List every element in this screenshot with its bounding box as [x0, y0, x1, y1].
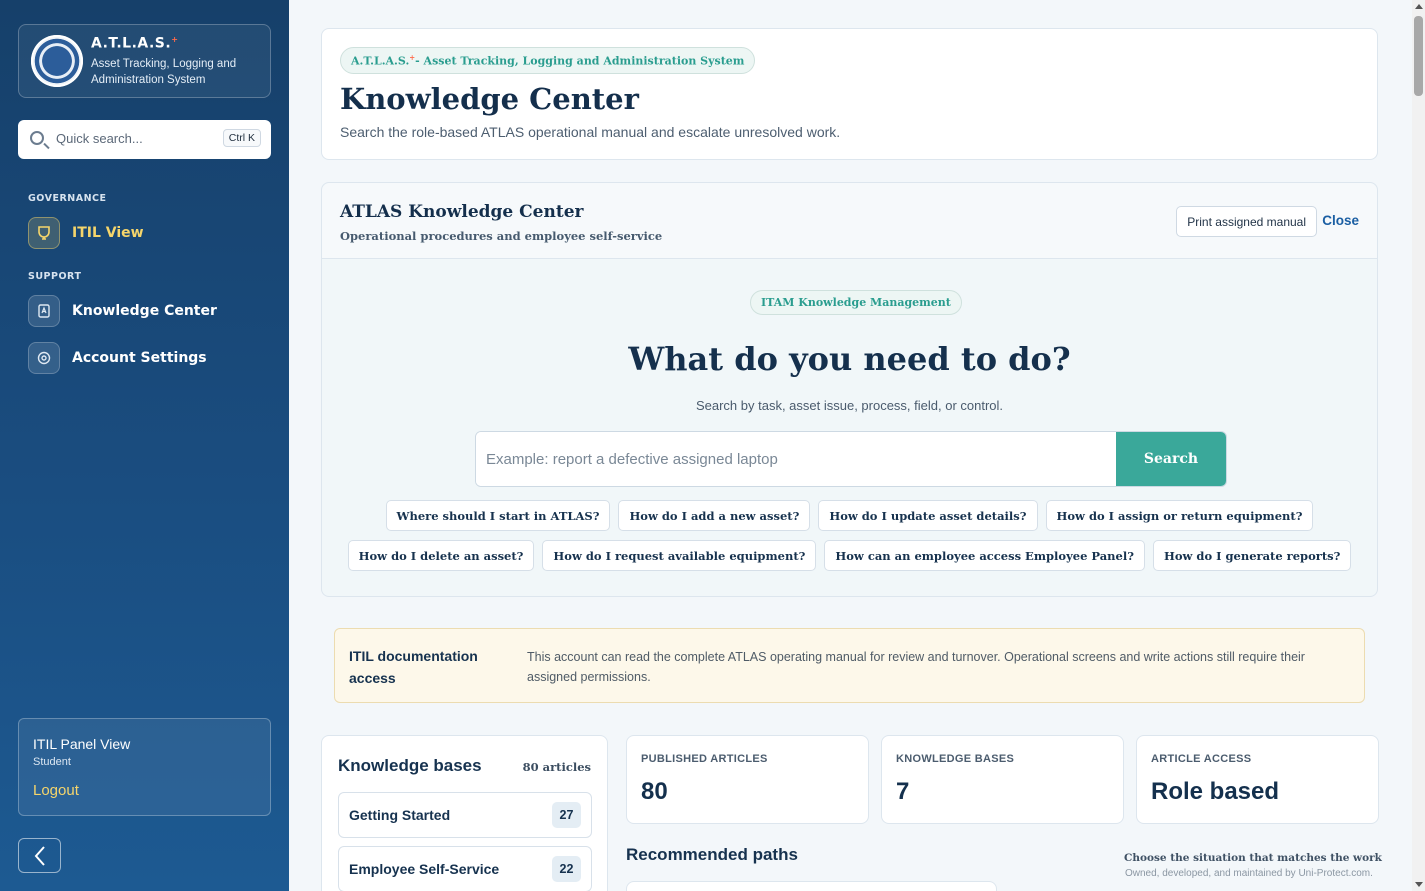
- sidebar-item-label: ITIL View: [72, 225, 144, 241]
- count-badge: 22: [552, 856, 581, 882]
- close-button[interactable]: Close: [1322, 213, 1359, 228]
- stat-label: KNOWLEDGE BASES: [896, 753, 1015, 765]
- page-description: Search the role-based ATLAS operational …: [340, 124, 841, 140]
- scroll-down-icon[interactable]: [1415, 882, 1423, 887]
- itil-icon: [28, 217, 60, 249]
- panel-header: ATLAS Knowledge Center Operational proce…: [322, 183, 1377, 259]
- nav-group-governance: GOVERNANCE: [28, 193, 107, 204]
- count-badge: 27: [552, 802, 581, 828]
- brand-title: A.T.L.A.S.+: [91, 35, 179, 52]
- system-pill: A.T.L.A.S.+- Asset Tracking, Logging and…: [340, 47, 756, 74]
- print-manual-button[interactable]: Print assigned manual: [1176, 206, 1317, 237]
- knowledge-bases-panel: Knowledge bases 80 articles Getting Star…: [321, 735, 608, 891]
- knowledge-base-label: Employee Self-Service: [349, 861, 500, 877]
- search-icon: [30, 131, 44, 145]
- sidebar-item-knowledge-center[interactable]: Knowledge Center: [28, 294, 268, 328]
- owned-by-footer: Owned, developed, and maintained by Uni-…: [1125, 868, 1373, 879]
- suggestion-row-1: Where should I start in ATLAS? How do I …: [322, 500, 1377, 531]
- stat-value: 80: [641, 778, 668, 805]
- recommended-path-card[interactable]: [626, 881, 997, 891]
- search-button[interactable]: Search: [1116, 432, 1226, 486]
- search-hint: Search by task, asset issue, process, fi…: [695, 398, 1004, 413]
- stat-knowledge-bases: KNOWLEDGE BASES 7: [881, 735, 1124, 824]
- recommended-paths-hint: Choose the situation that matches the wo…: [1124, 852, 1382, 864]
- sidebar-item-account-settings[interactable]: Account Settings: [28, 341, 268, 375]
- itil-access-notice: ITIL documentation access This account c…: [334, 628, 1365, 703]
- scroll-thumb[interactable]: [1414, 16, 1423, 96]
- knowledge-bases-title: Knowledge bases: [338, 756, 482, 775]
- suggestion-chip[interactable]: How do I request available equipment?: [542, 540, 817, 571]
- user-panel-view: ITIL Panel View: [33, 736, 131, 752]
- page-scrollbar[interactable]: [1412, 0, 1425, 891]
- suggestion-chip[interactable]: How do I update asset details?: [818, 500, 1038, 531]
- recommended-paths-title: Recommended paths: [626, 845, 798, 864]
- knowledge-search: Search: [475, 431, 1227, 487]
- panel-title: ATLAS Knowledge Center: [340, 202, 584, 222]
- knowledge-center-panel: ATLAS Knowledge Center Operational proce…: [321, 182, 1378, 597]
- panel-body: ITAM Knowledge Management What do you ne…: [322, 260, 1377, 597]
- sidebar-item-label: Account Settings: [72, 350, 207, 366]
- panel-subtitle: Operational procedures and employee self…: [340, 229, 663, 243]
- quick-search-placeholder: Quick search...: [56, 131, 143, 146]
- chevron-left-icon: [34, 845, 45, 866]
- stat-label: ARTICLE ACCESS: [1151, 753, 1252, 765]
- stat-value: 7: [896, 778, 910, 805]
- notice-text: This account can read the complete ATLAS…: [527, 650, 1305, 684]
- suggestion-chip[interactable]: How can an employee access Employee Pane…: [824, 540, 1145, 571]
- suggestion-chip[interactable]: How do I generate reports?: [1152, 540, 1352, 571]
- user-panel: ITIL Panel View Student Logout: [18, 718, 271, 816]
- logout-link[interactable]: Logout: [33, 782, 79, 799]
- itam-pill: ITAM Knowledge Management: [750, 290, 962, 315]
- knowledge-base-label: Getting Started: [349, 807, 451, 823]
- brand-subtitle: Asset Tracking, Logging and Administrati…: [91, 58, 237, 86]
- suggestion-chip[interactable]: How do I add a new asset?: [618, 500, 811, 531]
- settings-icon: [28, 342, 60, 374]
- nav-group-support: SUPPORT: [28, 271, 82, 282]
- article-count: 80 articles: [522, 760, 591, 774]
- knowledge-base-item[interactable]: Getting Started 27: [338, 792, 592, 838]
- suggestion-chip[interactable]: Where should I start in ATLAS?: [385, 500, 611, 531]
- page-header: A.T.L.A.S.+- Asset Tracking, Logging and…: [321, 28, 1378, 160]
- stat-label: PUBLISHED ARTICLES: [641, 753, 768, 765]
- scroll-up-icon[interactable]: [1415, 4, 1423, 9]
- suggestion-chip[interactable]: How do I assign or return equipment?: [1045, 500, 1314, 531]
- suggestion-row-2: How do I delete an asset? How do I reque…: [322, 540, 1377, 571]
- book-icon: [28, 295, 60, 327]
- atlas-seal-logo: [31, 35, 83, 87]
- collapse-sidebar-button[interactable]: [18, 838, 61, 873]
- stat-value: Role based: [1151, 778, 1280, 805]
- sidebar-item-itil-view[interactable]: ITIL View: [28, 216, 268, 250]
- search-heading: What do you need to do?: [628, 340, 1071, 378]
- stat-article-access: ARTICLE ACCESS Role based: [1136, 735, 1379, 824]
- page-title: Knowledge Center: [340, 82, 639, 116]
- sidebar-item-label: Knowledge Center: [72, 303, 217, 319]
- knowledge-base-item[interactable]: Employee Self-Service 22: [338, 846, 592, 891]
- quick-search-input[interactable]: Quick search... Ctrl K: [18, 120, 271, 159]
- knowledge-search-input[interactable]: [476, 432, 1116, 486]
- stat-published-articles: PUBLISHED ARTICLES 80: [626, 735, 869, 824]
- shortcut-badge: Ctrl K: [222, 129, 261, 147]
- brand-card[interactable]: A.T.L.A.S.+ Asset Tracking, Logging and …: [18, 24, 271, 98]
- user-role: Student: [33, 756, 71, 768]
- notice-title: ITIL documentation access: [349, 648, 478, 686]
- suggestion-chip[interactable]: How do I delete an asset?: [347, 540, 535, 571]
- sidebar: A.T.L.A.S.+ Asset Tracking, Logging and …: [0, 0, 289, 891]
